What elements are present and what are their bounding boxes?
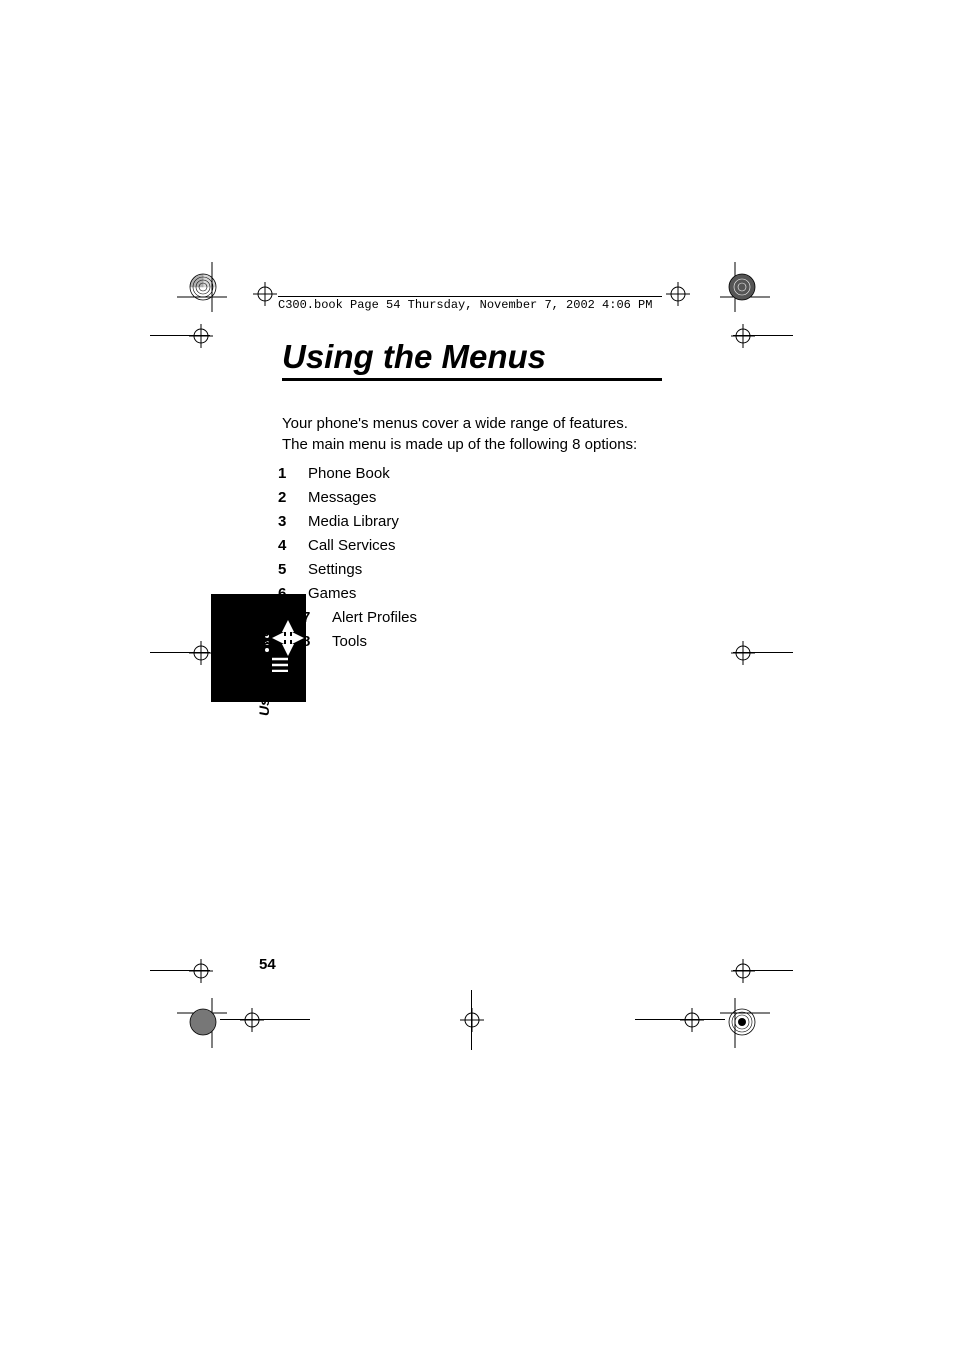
color-control-icon <box>188 1007 218 1037</box>
crop-line <box>150 970 210 971</box>
crop-line <box>471 990 472 1050</box>
registration-mark-icon <box>460 1008 484 1032</box>
list-item-label: Phone Book <box>308 465 390 482</box>
registration-mark-icon <box>666 282 690 306</box>
header-rule <box>278 296 662 297</box>
list-item: 1Phone Book <box>278 465 417 482</box>
crop-line <box>150 652 210 653</box>
registration-mark-icon <box>189 959 213 983</box>
list-item-label: Games <box>308 585 356 602</box>
list-item: 7Alert Profiles <box>302 609 417 626</box>
list-item-number: 7 <box>302 609 332 626</box>
list-item: 8Tools <box>302 633 417 650</box>
registration-mark-icon <box>731 324 755 348</box>
color-control-icon <box>188 272 218 302</box>
registration-mark-icon <box>240 1008 264 1032</box>
crop-line <box>733 335 793 336</box>
list-item: 3Media Library <box>278 513 417 530</box>
registration-mark-icon <box>731 641 755 665</box>
crop-line <box>150 335 210 336</box>
page-title: Using the Menus <box>282 338 546 376</box>
list-item-label: Messages <box>308 489 376 506</box>
color-control-icon <box>727 272 757 302</box>
list-item: 2Messages <box>278 489 417 506</box>
registration-mark-icon <box>680 1008 704 1032</box>
registration-mark-icon <box>189 324 213 348</box>
crop-line <box>733 652 793 653</box>
section-side-label: Using the Menus <box>256 600 272 720</box>
list-item-number: 1 <box>278 465 308 482</box>
list-item-number: 5 <box>278 561 308 578</box>
list-item: 5Settings <box>278 561 417 578</box>
list-item-number: 2 <box>278 489 308 506</box>
registration-mark-icon <box>731 959 755 983</box>
registration-mark-icon <box>253 282 277 306</box>
list-item: 4Call Services <box>278 537 417 554</box>
list-item-label: Tools <box>332 633 367 650</box>
crop-line <box>733 970 793 971</box>
intro-paragraph: Your phone's menus cover a wide range of… <box>282 413 652 455</box>
registration-mark-icon <box>189 641 213 665</box>
list-item-label: Call Services <box>308 537 396 554</box>
header-source-text: C300.book Page 54 Thursday, November 7, … <box>278 298 652 312</box>
list-item-number: 3 <box>278 513 308 530</box>
list-item-number: 8 <box>302 633 332 650</box>
page-number: 54 <box>259 956 276 973</box>
section-side-label-text: Using the Menus <box>256 604 272 716</box>
crop-line <box>635 1019 725 1020</box>
crop-line <box>220 1019 310 1020</box>
list-item-label: Media Library <box>308 513 399 530</box>
list-item-label: Settings <box>308 561 362 578</box>
list-item-label: Alert Profiles <box>332 609 417 626</box>
color-control-icon <box>727 1007 757 1037</box>
list-item-number: 4 <box>278 537 308 554</box>
title-rule <box>282 378 662 381</box>
